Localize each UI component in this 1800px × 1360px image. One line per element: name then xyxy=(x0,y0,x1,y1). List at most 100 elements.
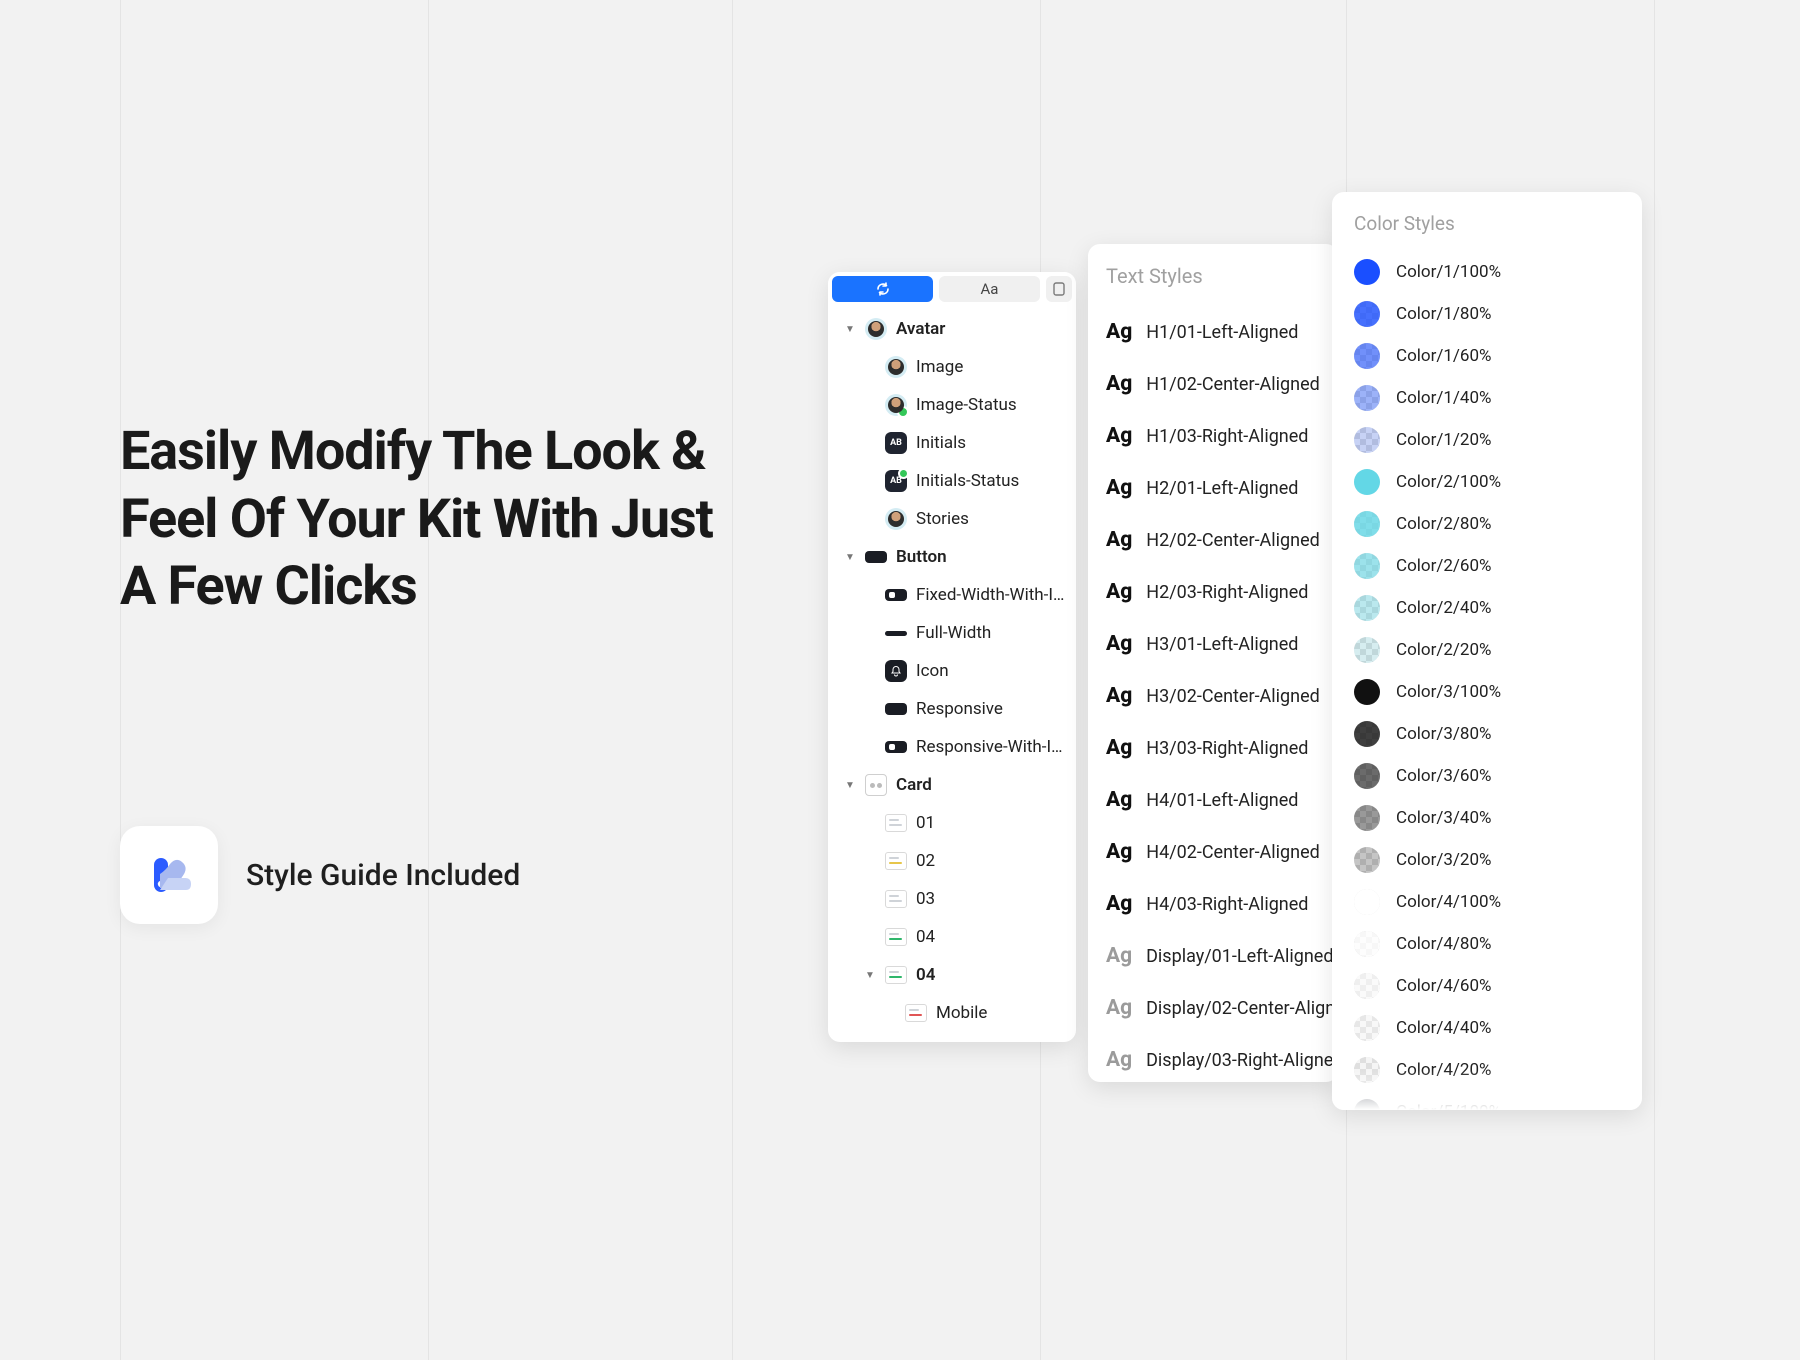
layer-item[interactable]: ABInitials xyxy=(828,424,1076,462)
text-style-row[interactable]: AgH1/02-Center-Aligned xyxy=(1106,358,1320,410)
layer-item[interactable]: ABInitials-Status xyxy=(828,462,1076,500)
btn-thumb xyxy=(865,551,887,563)
text-style-row[interactable]: AgDisplay/03-Right-Aligned xyxy=(1106,1034,1320,1082)
text-style-preview-icon: Ag xyxy=(1106,372,1132,396)
tab-text-styles[interactable]: Aa xyxy=(939,276,1040,302)
color-style-row[interactable]: Color/4/20% xyxy=(1354,1049,1620,1091)
layer-item[interactable]: 04 xyxy=(828,918,1076,956)
color-styles-panel: Color Styles Color/1/100%Color/1/80%Colo… xyxy=(1332,192,1642,1110)
layer-item[interactable]: Responsive xyxy=(828,690,1076,728)
text-style-label: H1/01-Left-Aligned xyxy=(1146,322,1298,343)
color-swatch-icon xyxy=(1354,1099,1380,1110)
text-style-row[interactable]: AgH4/01-Left-Aligned xyxy=(1106,774,1320,826)
tab-components[interactable] xyxy=(832,276,933,302)
text-style-row[interactable]: AgH3/02-Center-Aligned xyxy=(1106,670,1320,722)
color-style-row[interactable]: Color/4/60% xyxy=(1354,965,1620,1007)
text-style-row[interactable]: AgH1/03-Right-Aligned xyxy=(1106,410,1320,462)
color-style-row[interactable]: Color/2/80% xyxy=(1354,503,1620,545)
color-swatch-icon xyxy=(1354,721,1380,747)
color-style-row[interactable]: Color/1/20% xyxy=(1354,419,1620,461)
initials-status-thumb: AB xyxy=(885,470,907,492)
tab-handoff[interactable] xyxy=(1046,276,1072,302)
text-style-row[interactable]: AgH2/01-Left-Aligned xyxy=(1106,462,1320,514)
layer-item[interactable]: Stories xyxy=(828,500,1076,538)
disclosure-triangle-icon[interactable]: ▼ xyxy=(844,552,856,563)
layer-item[interactable]: Full-Width xyxy=(828,614,1076,652)
text-style-label: H3/02-Center-Aligned xyxy=(1146,686,1320,707)
color-style-label: Color/4/20% xyxy=(1396,1060,1492,1080)
layer-item[interactable]: 02 xyxy=(828,842,1076,880)
text-style-row[interactable]: AgH2/03-Right-Aligned xyxy=(1106,566,1320,618)
color-swatch-icon xyxy=(1354,553,1380,579)
layer-item[interactable]: Mobile xyxy=(828,994,1076,1032)
disclosure-triangle-icon[interactable]: ▼ xyxy=(844,324,856,335)
color-style-row[interactable]: Color/1/60% xyxy=(1354,335,1620,377)
text-style-row[interactable]: AgDisplay/01-Left-Aligned xyxy=(1106,930,1320,982)
color-style-row[interactable]: Color/1/40% xyxy=(1354,377,1620,419)
color-swatch-icon xyxy=(1354,973,1380,999)
layer-item[interactable]: 03 xyxy=(828,880,1076,918)
grid-line xyxy=(428,0,429,1360)
color-styles-title: Color Styles xyxy=(1354,212,1620,235)
sync-icon xyxy=(875,281,891,297)
layer-item[interactable]: Responsive-With-Icon xyxy=(828,728,1076,766)
color-style-row[interactable]: Color/4/100% xyxy=(1354,881,1620,923)
layer-label: Initials xyxy=(916,433,1068,453)
color-style-row[interactable]: Color/3/60% xyxy=(1354,755,1620,797)
text-style-row[interactable]: AgH2/02-Center-Aligned xyxy=(1106,514,1320,566)
color-style-row[interactable]: Color/5/100% xyxy=(1354,1091,1620,1110)
color-style-row[interactable]: Color/2/40% xyxy=(1354,587,1620,629)
card-3-thumb xyxy=(885,890,907,908)
layer-label: 02 xyxy=(916,851,1068,871)
layer-item[interactable]: Fixed-Width-With-Icon xyxy=(828,576,1076,614)
text-style-label: H2/02-Center-Aligned xyxy=(1146,530,1320,551)
layer-label: Avatar xyxy=(896,319,1068,339)
text-style-row[interactable]: AgH4/03-Right-Aligned xyxy=(1106,878,1320,930)
color-style-row[interactable]: Color/1/100% xyxy=(1354,251,1620,293)
text-style-row[interactable]: AgH1/01-Left-Aligned xyxy=(1106,306,1320,358)
style-guide-badge: Style Guide Included xyxy=(120,826,520,924)
color-style-label: Color/4/60% xyxy=(1396,976,1492,996)
layer-item[interactable]: Image xyxy=(828,348,1076,386)
color-swatch-icon xyxy=(1354,259,1380,285)
color-style-row[interactable]: Color/2/20% xyxy=(1354,629,1620,671)
avatar-thumb xyxy=(885,356,907,378)
disclosure-triangle-icon[interactable]: ▼ xyxy=(844,780,856,791)
color-swatch-icon xyxy=(1354,847,1380,873)
color-style-label: Color/3/20% xyxy=(1396,850,1492,870)
layer-group[interactable]: ▼Button xyxy=(828,538,1076,576)
color-style-row[interactable]: Color/3/20% xyxy=(1354,839,1620,881)
layer-label: Responsive-With-Icon xyxy=(916,737,1068,757)
page-headline: Easily Modify The Look & Feel Of Your Ki… xyxy=(120,418,720,621)
text-style-row[interactable]: AgH4/02-Center-Aligned xyxy=(1106,826,1320,878)
disclosure-triangle-icon[interactable]: ▼ xyxy=(864,970,876,981)
color-style-row[interactable]: Color/4/40% xyxy=(1354,1007,1620,1049)
layer-item[interactable]: 01 xyxy=(828,804,1076,842)
card-2-thumb xyxy=(885,852,907,870)
card-4-thumb xyxy=(885,928,907,946)
text-style-row[interactable]: AgDisplay/02-Center-Aligned xyxy=(1106,982,1320,1034)
text-styles-panel: Text Styles AgH1/01-Left-AlignedAgH1/02-… xyxy=(1088,244,1338,1082)
color-swatch-icon xyxy=(1354,595,1380,621)
color-style-row[interactable]: Color/3/40% xyxy=(1354,797,1620,839)
layer-item[interactable]: Image-Status xyxy=(828,386,1076,424)
color-style-row[interactable]: Color/2/60% xyxy=(1354,545,1620,587)
color-style-row[interactable]: Color/3/80% xyxy=(1354,713,1620,755)
layer-group[interactable]: ▼ Avatar xyxy=(828,310,1076,348)
btn-thumb xyxy=(885,703,907,715)
text-style-row[interactable]: AgH3/03-Right-Aligned xyxy=(1106,722,1320,774)
color-style-row[interactable]: Color/3/100% xyxy=(1354,671,1620,713)
layers-panel: Aa ▼AvatarImageImage-StatusABInitialsABI… xyxy=(828,272,1076,1042)
text-style-row[interactable]: AgH3/01-Left-Aligned xyxy=(1106,618,1320,670)
text-style-preview-icon: Ag xyxy=(1106,736,1132,760)
color-style-row[interactable]: Color/1/80% xyxy=(1354,293,1620,335)
color-style-label: Color/1/20% xyxy=(1396,430,1492,450)
color-swatch-icon xyxy=(1354,511,1380,537)
layer-item[interactable]: Icon xyxy=(828,652,1076,690)
text-styles-title: Text Styles xyxy=(1106,264,1320,288)
layer-group[interactable]: ▼04 xyxy=(828,956,1076,994)
layer-group[interactable]: ▼Card xyxy=(828,766,1076,804)
color-style-row[interactable]: Color/2/100% xyxy=(1354,461,1620,503)
color-style-row[interactable]: Color/4/80% xyxy=(1354,923,1620,965)
text-style-preview-icon: Ag xyxy=(1106,892,1132,916)
